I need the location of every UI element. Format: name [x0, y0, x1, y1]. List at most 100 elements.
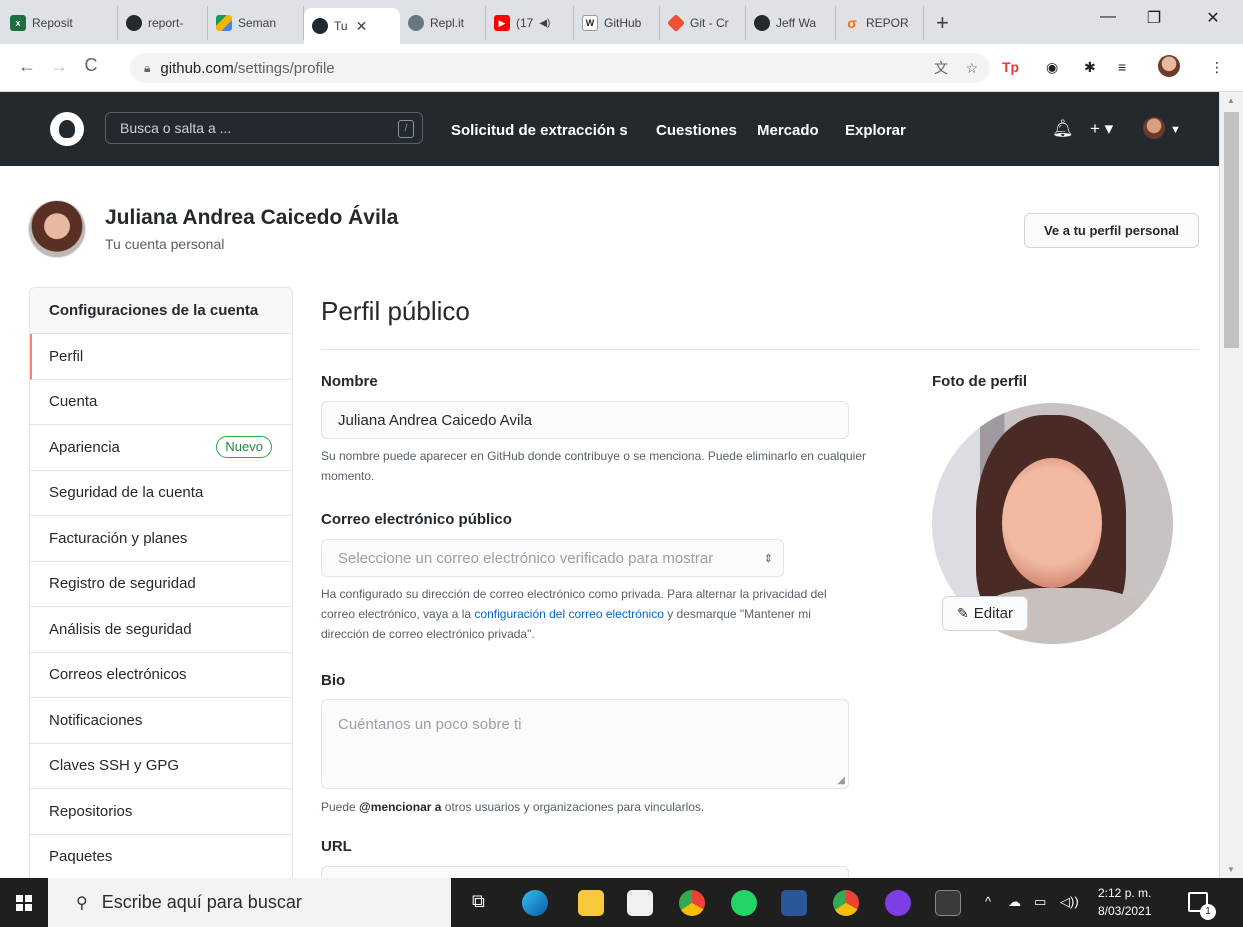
taskbar-search-input[interactable]: ⚲ Escribe aquí para buscar: [48, 878, 451, 927]
bell-icon[interactable]: 🔔︎: [1052, 119, 1074, 139]
clock-date: 8/03/2021: [1098, 904, 1152, 918]
nav-explore[interactable]: Explorar: [845, 122, 906, 139]
address-bar[interactable]: 🔒︎ github.com/settings/profile ☆ 文: [130, 53, 990, 83]
public-email-label: Correo electrónico público: [321, 511, 512, 528]
page-title: Perfil público: [321, 296, 470, 326]
url-text: github.com/settings/profile: [160, 60, 334, 77]
scrollbar-thumb[interactable]: [1224, 112, 1239, 348]
google-drive-icon: [216, 15, 232, 31]
whatsapp-icon[interactable]: [731, 890, 757, 916]
close-icon[interactable]: ✕: [356, 18, 368, 35]
star-icon[interactable]: ☆: [965, 60, 978, 77]
sidebar-heading: Configuraciones de la cuenta: [30, 288, 292, 334]
profile-avatar-icon[interactable]: [1158, 55, 1180, 77]
replit-icon: [408, 15, 424, 31]
github-search-input[interactable]: Busca o salta a ... /: [105, 112, 423, 144]
bio-textarea[interactable]: Cuéntanos un poco sobre ti ◢: [321, 699, 849, 789]
sidebar-item-label: Apariencia: [49, 438, 120, 456]
edge-icon[interactable]: [522, 890, 548, 916]
github-icon: [754, 15, 770, 31]
github-logo-icon[interactable]: [50, 112, 84, 146]
user-avatar: [28, 200, 86, 258]
browser-tab-0[interactable]: x Reposit: [0, 6, 118, 40]
sidebar-item-security-analysis[interactable]: Análisis de seguridad: [30, 607, 292, 653]
notification-center-icon[interactable]: 1: [1188, 892, 1216, 920]
nav-pull-requests[interactable]: Solicitud de extracción s: [451, 122, 628, 139]
chevron-down-icon[interactable]: ▼: [1170, 124, 1181, 136]
bio-note-text-2: otros usuarios y organizaciones para vin…: [444, 800, 705, 814]
sidebar-item-account-security[interactable]: Seguridad de la cuenta: [30, 471, 292, 516]
url-label: URL: [321, 838, 352, 855]
user-avatar-small[interactable]: [1143, 117, 1165, 139]
back-button[interactable]: ←: [12, 56, 42, 77]
reading-list-icon[interactable]: ≡: [1118, 59, 1126, 75]
new-badge: Nuevo: [216, 436, 272, 458]
sidebar-item-emails[interactable]: Correos electrónicos: [30, 653, 292, 698]
volume-icon[interactable]: ◁)): [1060, 894, 1079, 910]
sidebar-item-packages[interactable]: Paquetes: [30, 835, 292, 879]
scroll-up-icon[interactable]: ▲: [1227, 96, 1235, 105]
restore-button[interactable]: ❐: [1131, 8, 1177, 28]
browser-tab-3[interactable]: Tu ✕: [304, 8, 400, 44]
record-extension-icon[interactable]: ◉: [1046, 59, 1058, 76]
name-input[interactable]: Juliana Andrea Caicedo Avila: [321, 401, 849, 439]
brave-icon[interactable]: [885, 890, 911, 916]
browser-tab-7[interactable]: Git - Cr: [660, 6, 746, 40]
tab-title: Git - Cr: [690, 16, 729, 30]
sidebar-item-notifications[interactable]: Notificaciones: [30, 698, 292, 744]
reload-button[interactable]: C: [76, 55, 106, 76]
browser-tab-5[interactable]: ▶ (17 ◀): [486, 6, 574, 40]
edit-photo-button[interactable]: ✎ Editar: [942, 596, 1028, 631]
chrome-profile-icon[interactable]: [833, 890, 859, 916]
browser-tab-6[interactable]: W GitHub: [574, 6, 660, 40]
sidebar-item-ssh-gpg[interactable]: Claves SSH y GPG: [30, 744, 292, 789]
translate-icon[interactable]: 文: [934, 58, 948, 78]
chevron-up-icon[interactable]: ^: [985, 894, 991, 909]
puzzle-icon[interactable]: ✱: [1084, 59, 1096, 76]
bio-note-text-1: Puede: [321, 800, 356, 814]
excel-icon: x: [10, 15, 26, 31]
scroll-down-icon[interactable]: ▼: [1227, 865, 1235, 874]
sidebar-item-billing[interactable]: Facturación y planes: [30, 516, 292, 562]
browser-tab-4[interactable]: Repl.it: [400, 6, 486, 40]
chrome-icon[interactable]: [679, 890, 705, 916]
calculator-icon[interactable]: [935, 890, 961, 916]
sidebar-item-account[interactable]: Cuenta: [30, 380, 292, 425]
windows-start-button[interactable]: [0, 878, 48, 927]
sidebar-item-profile[interactable]: Perfil: [30, 334, 292, 380]
title-divider: [321, 349, 1199, 350]
browser-tab-1[interactable]: report-: [118, 6, 208, 40]
file-explorer-icon[interactable]: [578, 890, 604, 916]
network-icon[interactable]: ▭: [1034, 894, 1046, 910]
system-clock[interactable]: 2:12 p. m. 8/03/2021: [1098, 884, 1151, 920]
plus-dropdown-icon[interactable]: + ▾: [1090, 119, 1113, 139]
menu-icon[interactable]: ⋮: [1210, 59, 1224, 76]
go-to-profile-button[interactable]: Ve a tu perfil personal: [1024, 213, 1199, 248]
sidebar-item-appearance[interactable]: Apariencia Nuevo: [30, 425, 292, 471]
page-scrollbar[interactable]: ▲ ▼: [1219, 92, 1243, 878]
browser-tab-9[interactable]: σ REPOR: [836, 6, 924, 40]
sidebar-item-repositories[interactable]: Repositorios: [30, 789, 292, 835]
bio-placeholder: Cuéntanos un poco sobre ti: [338, 716, 522, 733]
browser-tab-2[interactable]: Seman: [208, 6, 304, 40]
tp-extension-icon[interactable]: Tp: [1002, 59, 1019, 75]
close-window-button[interactable]: ✕: [1190, 8, 1236, 28]
resize-grip-icon[interactable]: ◢: [837, 775, 845, 786]
tab-title: GitHub: [604, 16, 642, 30]
email-settings-link[interactable]: configuración del correo electrónico: [474, 607, 663, 621]
url-input[interactable]: [321, 866, 849, 878]
word-icon[interactable]: [781, 890, 807, 916]
task-view-icon[interactable]: ⧉: [472, 891, 485, 912]
photo-face: [1002, 458, 1102, 588]
store-icon[interactable]: [627, 890, 653, 916]
onedrive-icon[interactable]: ☁: [1008, 894, 1021, 910]
nav-marketplace[interactable]: Mercado: [757, 122, 819, 139]
forward-button[interactable]: →: [44, 56, 74, 77]
public-email-select[interactable]: Seleccione un correo electrónico verific…: [321, 539, 784, 577]
minimize-button[interactable]: —: [1085, 8, 1131, 26]
browser-tab-8[interactable]: Jeff Wa: [746, 6, 836, 40]
new-tab-button[interactable]: +: [924, 10, 961, 36]
public-email-select-value: Seleccione un correo electrónico verific…: [338, 549, 714, 567]
nav-issues[interactable]: Cuestiones: [656, 122, 737, 139]
sidebar-item-security-log[interactable]: Registro de seguridad: [30, 562, 292, 607]
